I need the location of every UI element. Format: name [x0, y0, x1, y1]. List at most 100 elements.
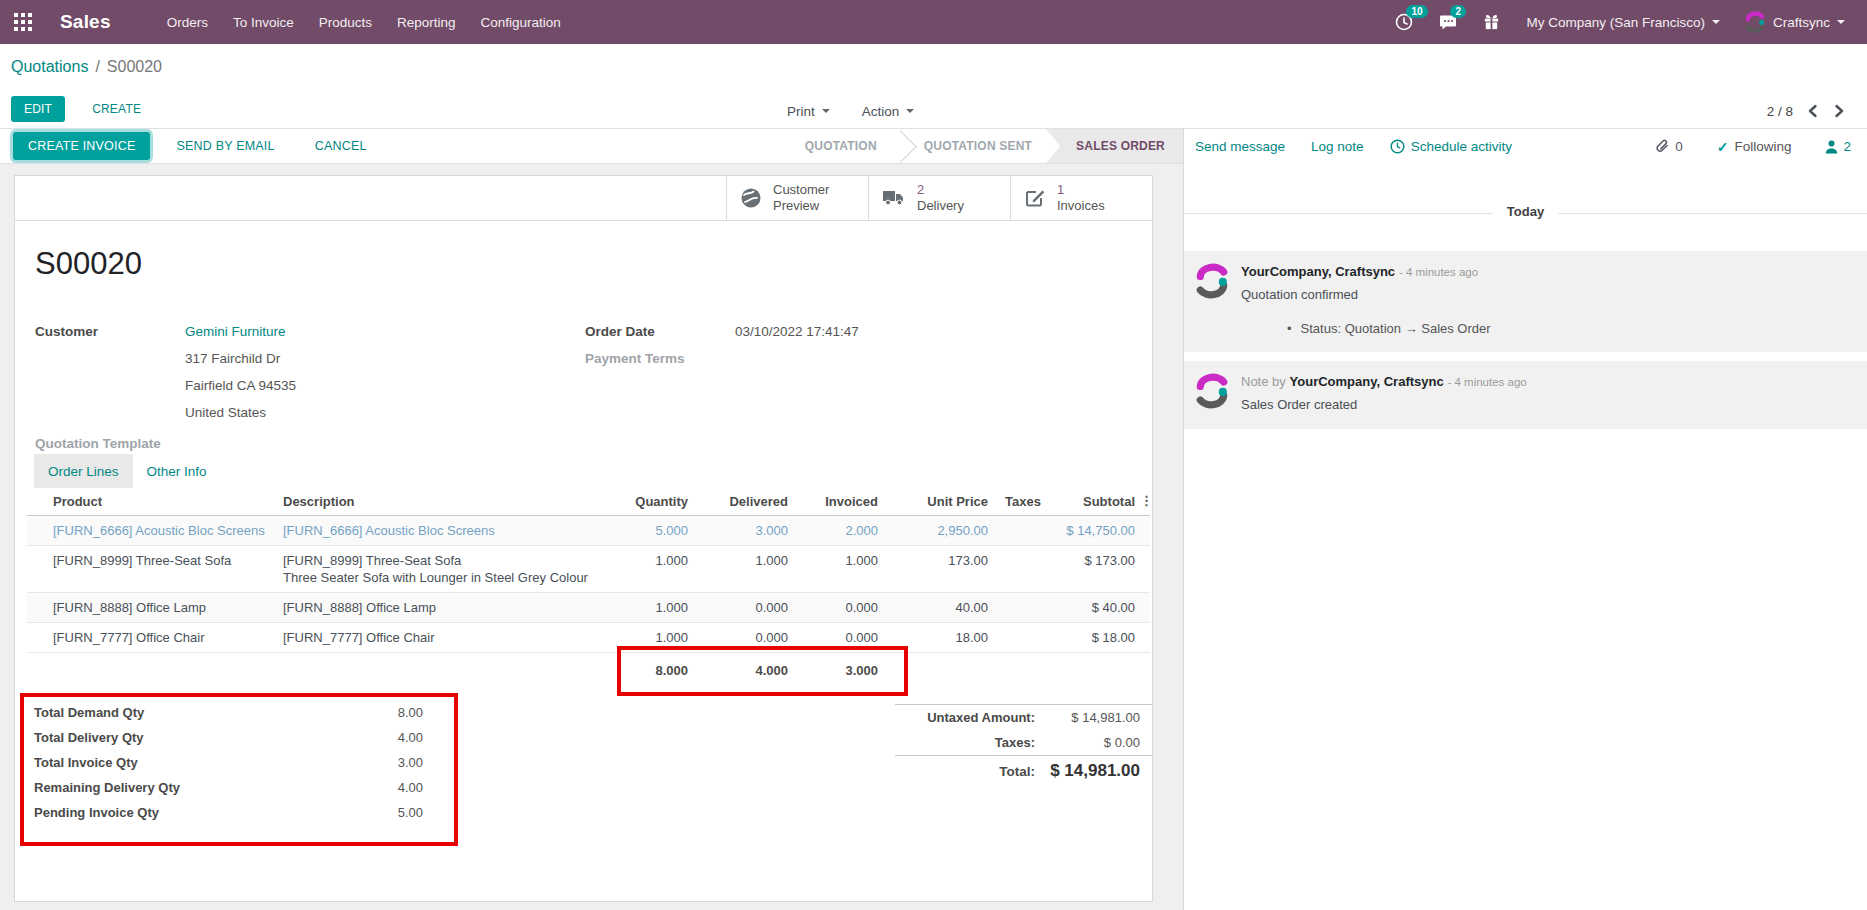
messages-icon[interactable]: 2: [1438, 12, 1458, 32]
amounts-block: Untaxed Amount:$ 14,981.00 Taxes:$ 0.00 …: [895, 704, 1152, 786]
table-row[interactable]: [FURN_8999] Three-Seat Sofa [FURN_8999] …: [27, 546, 1150, 593]
top-navbar: Sales Orders To Invoice Products Reporti…: [0, 0, 1867, 44]
schedule-activity-button[interactable]: Schedule activity: [1390, 139, 1512, 154]
menu-orders[interactable]: Orders: [167, 15, 208, 30]
col-taxes[interactable]: Taxes: [993, 488, 1060, 515]
activities-badge: 10: [1406, 5, 1427, 18]
tab-order-lines[interactable]: Order Lines: [34, 454, 133, 488]
avatar: [1194, 373, 1230, 409]
chatter-message[interactable]: Note by YourCompany, Craftsync - 4 minut…: [1184, 361, 1867, 429]
untaxed-amount-value: $ 14,981.00: [1035, 710, 1152, 725]
status-pipeline: QUOTATION QUOTATION SENT SALES ORDER: [785, 129, 1183, 163]
col-delivered[interactable]: Delivered: [693, 488, 793, 515]
col-quantity[interactable]: Quantity: [603, 488, 693, 515]
order-reference-title: S00020: [35, 246, 142, 282]
tab-other-info[interactable]: Other Info: [133, 454, 221, 488]
notebook-tabs: Order Lines Other Info: [34, 454, 221, 488]
company-switcher[interactable]: My Company (San Francisco): [1526, 15, 1720, 30]
chevron-down-icon: [1712, 20, 1720, 24]
menu-reporting[interactable]: Reporting: [397, 15, 456, 30]
chevron-down-icon: [906, 109, 914, 113]
quotation-template-label: Quotation Template: [35, 430, 185, 457]
step-sales-order[interactable]: SALES ORDER: [1046, 129, 1183, 163]
message-body: Quotation confirmed: [1241, 286, 1851, 303]
truck-icon: [882, 188, 906, 208]
order-date-label: Order Date: [585, 318, 735, 345]
send-by-email-button[interactable]: SEND BY EMAIL: [162, 132, 288, 160]
activities-icon[interactable]: 10: [1394, 12, 1414, 32]
customer-label: Customer: [35, 318, 185, 426]
date-divider: Today: [1184, 213, 1867, 214]
user-menu[interactable]: Craftsync: [1744, 11, 1845, 33]
order-date-value[interactable]: 03/10/2022 17:41:47: [735, 318, 859, 426]
clock-icon: [1390, 139, 1405, 154]
person-icon: [1825, 140, 1838, 154]
menu-to-invoice[interactable]: To Invoice: [233, 15, 294, 30]
chatter-panel: Send message Log note Schedule activity …: [1184, 129, 1867, 910]
message-author[interactable]: YourCompany, Craftsync: [1241, 264, 1395, 279]
messages-badge: 2: [1450, 5, 1466, 18]
breadcrumb-quotations[interactable]: Quotations: [11, 58, 88, 76]
total-delivered: 4.000: [693, 653, 793, 685]
breadcrumb: Quotations / S00020: [0, 44, 1867, 90]
message-time: - 4 minutes ago: [1447, 376, 1526, 388]
invoices-button[interactable]: 1Invoices: [1010, 176, 1152, 220]
total-quantity: 8.000: [603, 653, 693, 685]
total-value: $ 14,981.00: [1035, 761, 1152, 781]
create-button[interactable]: CREATE: [79, 96, 154, 122]
customer-preview-button[interactable]: CustomerPreview: [726, 176, 868, 220]
send-message-button[interactable]: Send message: [1195, 139, 1285, 154]
form-view: CREATE INVOICE SEND BY EMAIL CANCEL QUOT…: [0, 129, 1184, 910]
pager-count: 2 / 8: [1767, 104, 1793, 119]
globe-icon: [740, 187, 762, 209]
menu-configuration[interactable]: Configuration: [481, 15, 561, 30]
edit-button[interactable]: EDIT: [11, 96, 65, 122]
col-description[interactable]: Description: [283, 488, 603, 515]
table-header-row: Product Description Quantity Delivered I…: [27, 488, 1150, 516]
optional-columns-icon[interactable]: ⋮: [1140, 488, 1150, 515]
action-menu[interactable]: Action: [862, 104, 915, 119]
col-product[interactable]: Product: [27, 488, 283, 515]
cancel-button[interactable]: CANCEL: [301, 132, 381, 160]
col-subtotal[interactable]: Subtotal: [1060, 488, 1140, 515]
chevron-down-icon: [822, 109, 830, 113]
edit-note-icon: [1024, 187, 1046, 209]
message-time: - 4 minutes ago: [1399, 266, 1478, 278]
followers-button[interactable]: 2: [1825, 139, 1851, 154]
log-note-button[interactable]: Log note: [1311, 139, 1364, 154]
total-invoiced: 3.000: [793, 653, 883, 685]
breadcrumb-current: S00020: [107, 58, 162, 76]
control-panel: Quotations / S00020 EDIT CREATE Print Ac…: [0, 44, 1867, 129]
chatter-message[interactable]: YourCompany, Craftsync - 4 minutes ago Q…: [1184, 251, 1867, 352]
col-invoiced[interactable]: Invoiced: [793, 488, 883, 515]
document-sheet: CustomerPreview 2Delivery 1Invoices S000…: [14, 175, 1153, 902]
col-unit-price[interactable]: Unit Price: [883, 488, 993, 515]
following-button[interactable]: ✓ Following: [1717, 139, 1792, 155]
table-row[interactable]: [FURN_6666] Acoustic Bloc Screens [FURN_…: [27, 516, 1150, 546]
payment-terms-label: Payment Terms: [585, 345, 735, 372]
print-menu[interactable]: Print: [787, 104, 830, 119]
paperclip-icon: [1655, 139, 1669, 154]
gift-icon[interactable]: [1482, 12, 1502, 32]
table-row[interactable]: [FURN_8888] Office Lamp [FURN_8888] Offi…: [27, 593, 1150, 623]
avatar: [1194, 263, 1230, 299]
delivery-button[interactable]: 2Delivery: [868, 176, 1010, 220]
step-quotation[interactable]: QUOTATION: [785, 129, 897, 163]
table-totals-row: 8.000 4.000 3.000: [27, 653, 1150, 685]
customer-link[interactable]: Gemini Furniture: [185, 318, 296, 345]
customer-address-line3: United States: [185, 399, 296, 426]
app-name[interactable]: Sales: [60, 11, 111, 33]
message-author[interactable]: YourCompany, Craftsync: [1290, 374, 1444, 389]
pager-next-button[interactable]: [1834, 104, 1845, 118]
table-row[interactable]: [FURN_7777] Office Chair [FURN_7777] Off…: [27, 623, 1150, 653]
message-body: Sales Order created: [1241, 396, 1851, 413]
create-invoice-button[interactable]: CREATE INVOICE: [13, 132, 150, 160]
apps-grid-icon[interactable]: [14, 13, 32, 31]
step-quotation-sent[interactable]: QUOTATION SENT: [904, 129, 1052, 163]
menu-products[interactable]: Products: [319, 15, 372, 30]
pager-previous-button[interactable]: [1807, 104, 1818, 118]
untaxed-amount-label: Untaxed Amount:: [895, 710, 1035, 725]
message-tracking: •Status: Quotation → Sales Order: [1287, 321, 1851, 336]
total-label: Total:: [895, 764, 1035, 779]
attachments-button[interactable]: 0: [1655, 139, 1683, 154]
